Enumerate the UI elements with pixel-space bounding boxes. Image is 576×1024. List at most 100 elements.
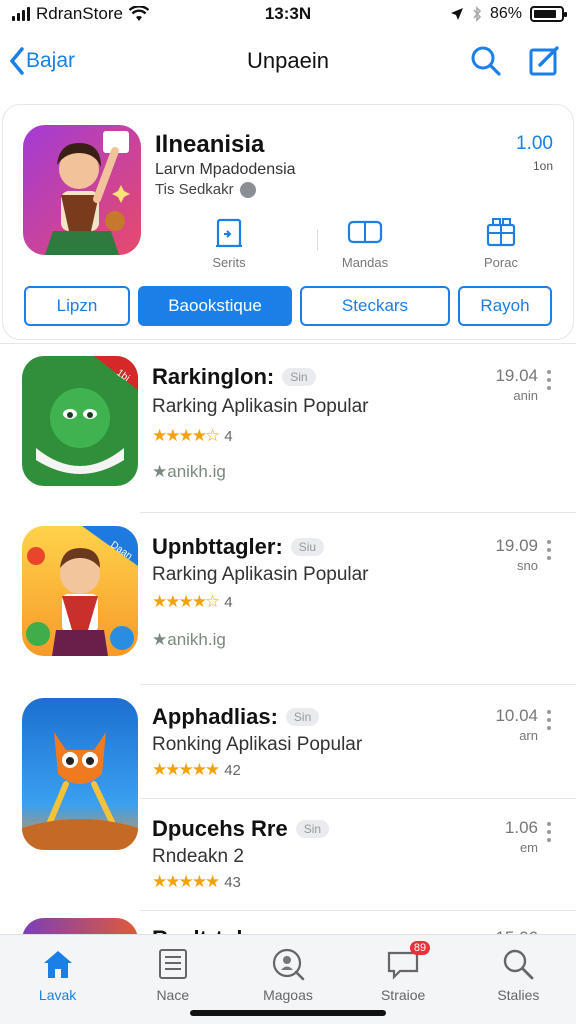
list-item[interactable]: Daan Upnbttagler: Siu Rarking Aplikasin …: [0, 522, 576, 682]
featured-app-developer: Tis Sedkakr: [155, 181, 256, 198]
divider: [140, 684, 576, 685]
app-rating: ★★★★★ 42: [152, 760, 241, 780]
home-icon: [43, 951, 72, 978]
status-right: 86%: [450, 5, 567, 23]
grid-icon: [486, 218, 516, 247]
tab-label: Magoas: [263, 987, 313, 1003]
featured-actions: Serits Mandas Porac: [179, 215, 551, 270]
carrier-label: RdranStore: [36, 4, 123, 23]
chip-baookstique[interactable]: Baookstique: [138, 286, 292, 326]
chip-steckars[interactable]: Steckars: [300, 286, 450, 326]
app-meta: 19.09 sno: [495, 536, 538, 573]
action-serits[interactable]: Serits: [179, 215, 279, 270]
search-person-icon: [272, 948, 305, 981]
navigation-bar: Bajar Unpaein: [0, 34, 576, 88]
featured-app-icon[interactable]: [23, 125, 141, 255]
more-icon[interactable]: [546, 540, 552, 560]
app-meta: 19.04 anin: [495, 366, 538, 403]
divider: [0, 343, 576, 344]
app-rating: ★★★★★ 43: [152, 872, 241, 892]
action-label: Porac: [484, 255, 518, 270]
app-meta: 10.04 arn: [495, 706, 538, 743]
divider: [140, 798, 576, 799]
tab-label: Nace: [156, 987, 190, 1003]
star-rating-icon: ★★★★★: [152, 872, 220, 891]
tab-stalies[interactable]: Stalies: [468, 945, 568, 1024]
app-subtitle: Rarking Aplikasin Popular: [152, 396, 369, 417]
app-title: Dpucehs Rre Sin: [152, 816, 330, 842]
location-arrow-icon: [450, 8, 463, 20]
app-tag: Sin: [282, 368, 316, 386]
back-button[interactable]: Bajar: [8, 46, 75, 76]
more-icon[interactable]: [546, 822, 552, 842]
info-icon[interactable]: [239, 181, 256, 198]
chip-rayoh[interactable]: Rayoh: [458, 286, 552, 326]
app-meta-top: 1.06: [504, 818, 538, 837]
app-tag: Siu: [290, 538, 325, 556]
app-store-screen: RdranStore 13:3N 86% Bajar Unpaein Ilnea…: [0, 0, 576, 1024]
action-mandas[interactable]: Mandas: [315, 215, 415, 270]
app-title-text: Upnbttagler:: [152, 534, 283, 559]
rating-count: 4: [224, 593, 233, 611]
price-value: 1.00: [516, 133, 553, 154]
app-meta-bottom: em: [519, 840, 538, 855]
app-title: Rarkinglon: Sin: [152, 364, 316, 390]
app-tag: Sin: [285, 708, 320, 726]
app-meta-top: 19.04: [495, 366, 538, 385]
compose-icon[interactable]: [528, 44, 562, 78]
chip-lipzn[interactable]: Lipzn: [24, 286, 130, 326]
divider: [317, 229, 318, 251]
battery-icon: [530, 6, 567, 22]
app-link[interactable]: ★anikh.ig: [152, 462, 226, 482]
app-title: Upnbttagler: Siu: [152, 534, 325, 560]
tab-label: Lavak: [38, 987, 77, 1003]
app-meta-bottom: anin: [513, 388, 538, 403]
app-subtitle: Rarking Aplikasin Popular: [152, 564, 369, 585]
back-label: Bajar: [26, 49, 76, 72]
app-meta-bottom: arn: [519, 728, 538, 743]
app-rating: ★★★★☆ 4: [152, 426, 233, 446]
more-icon[interactable]: [546, 710, 552, 730]
featured-app-subtitle: Larvn Mpadodensia: [155, 161, 296, 178]
app-link[interactable]: ★anikh.ig: [152, 630, 226, 650]
list-doc-icon: [158, 949, 187, 979]
app-subtitle: Rndeakn 2: [152, 846, 244, 867]
boy-character-icon: Daan: [22, 526, 138, 656]
bluetooth-icon: [473, 6, 482, 22]
wifi-icon: [128, 6, 149, 21]
star-rating-icon: ★★★★☆: [152, 426, 220, 445]
more-icon[interactable]: [546, 370, 552, 390]
tab-label: Straioe: [380, 987, 426, 1003]
status-bar: RdranStore 13:3N 86%: [0, 0, 576, 28]
app-meta: 1.06 em: [505, 818, 538, 855]
rating-count: 43: [224, 873, 241, 891]
notification-badge: 89: [409, 941, 431, 955]
action-porac[interactable]: Porac: [451, 215, 551, 270]
action-label: Serits: [212, 255, 246, 270]
star-rating-icon: ★★★★☆: [152, 592, 220, 611]
app-meta-top: 10.04: [495, 706, 538, 725]
rating-count: 4: [224, 427, 233, 445]
star-rating-icon: ★★★★★: [152, 760, 220, 779]
price-subtext: 1on: [532, 159, 553, 173]
search-icon[interactable]: [470, 45, 502, 77]
search-icon: [504, 949, 534, 980]
divider: [140, 910, 576, 911]
tab-lavak[interactable]: Lavak: [8, 945, 108, 1024]
category-chips: Lipzn Baookstique Steckars Rayoh: [24, 286, 552, 326]
app-meta-top: 19.09: [495, 536, 538, 555]
app-tag: Sin: [295, 820, 330, 838]
featured-price[interactable]: 1.00 1on: [516, 133, 553, 173]
divider: [140, 512, 576, 513]
developer-label: Tis Sedkakr: [155, 181, 234, 198]
list-item[interactable]: Apphadlias: Sin Ronking Aplikasi Popular…: [0, 694, 576, 850]
list-item[interactable]: Dpucehs Rre Sin Rndeakn 2 ★★★★★ 43 1.06 …: [0, 808, 576, 908]
home-indicator[interactable]: [190, 1010, 386, 1016]
app-title-text: Dpucehs Rre: [152, 816, 288, 841]
signal-icon: [12, 7, 30, 21]
action-label: Mandas: [341, 255, 389, 270]
list-item[interactable]: 1bi Rarkinglon: Sin Rarking Aplikasin Po…: [0, 352, 576, 512]
app-title: Apphadlias: Sin: [152, 704, 320, 730]
featured-app-title: Ilneanisia: [155, 131, 265, 158]
app-title-text: Rarkinglon:: [152, 364, 275, 389]
